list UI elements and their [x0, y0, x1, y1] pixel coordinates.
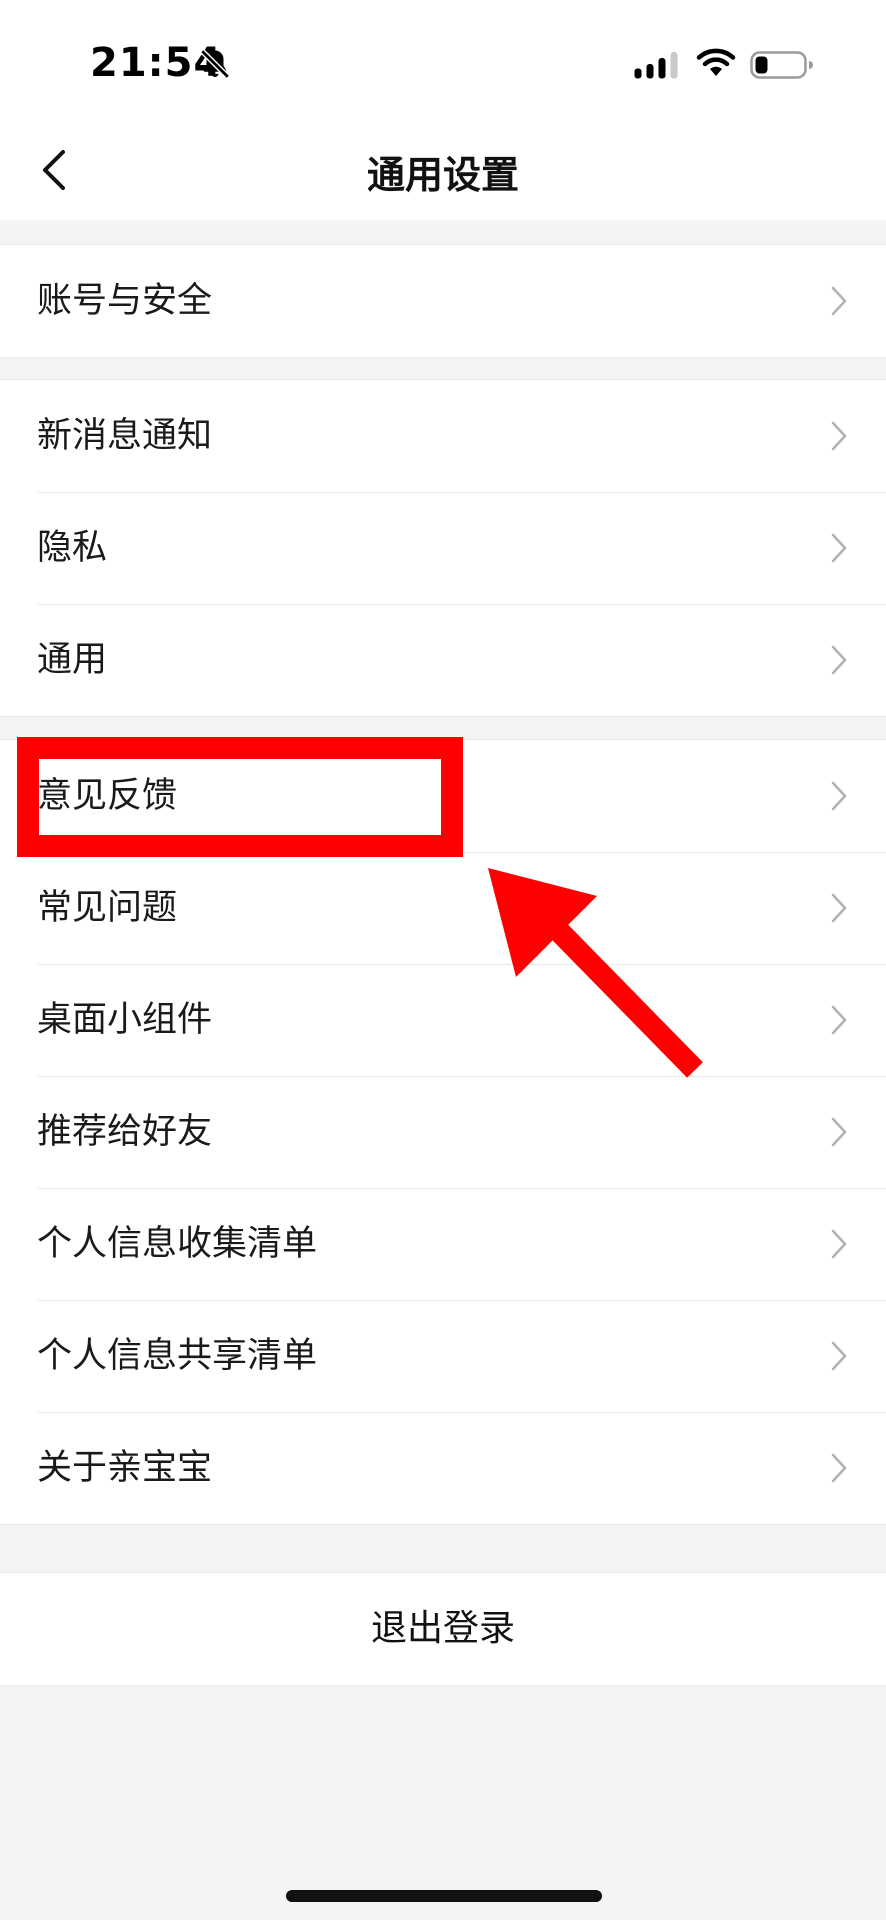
arrow-icon [488, 868, 703, 1078]
settings-item-label: 隐私 [37, 528, 108, 568]
settings-item-label: 通用 [37, 640, 108, 680]
settings-item-label: 推荐给好友 [37, 1112, 213, 1152]
settings-item-recommend[interactable]: 推荐给好友 [0, 1076, 886, 1188]
chevron-right-icon [831, 893, 847, 923]
chevron-right-icon [831, 1117, 847, 1147]
settings-item-faq[interactable]: 常见问题 [0, 852, 886, 964]
nav-bar: 通用设置 [0, 120, 886, 220]
settings-item-label: 个人信息共享清单 [37, 1336, 318, 1376]
settings-item-label: 桌面小组件 [37, 1000, 213, 1040]
settings-item-account-security[interactable]: 账号与安全 [0, 245, 886, 357]
chevron-right-icon [831, 1453, 847, 1483]
top-area: 21:54 通用设置 [0, 0, 886, 220]
signal-icon [634, 52, 678, 79]
chevron-right-icon [831, 781, 847, 811]
highlight-box [17, 737, 463, 857]
settings-item-privacy[interactable]: 隐私 [0, 492, 886, 604]
chevron-right-icon [831, 421, 847, 451]
settings-item-label: 常见问题 [37, 888, 178, 928]
settings-item-info-sharing[interactable]: 个人信息共享清单 [0, 1300, 886, 1412]
wifi-icon [696, 48, 736, 76]
chevron-right-icon [831, 1341, 847, 1371]
settings-item-general[interactable]: 通用 [0, 604, 886, 716]
settings-item-label: 个人信息收集清单 [37, 1224, 318, 1264]
chevron-right-icon [831, 533, 847, 563]
battery-icon [750, 51, 813, 79]
settings-item-widgets[interactable]: 桌面小组件 [0, 964, 886, 1076]
bell-off-icon [200, 49, 230, 79]
settings-item-notifications[interactable]: 新消息通知 [0, 380, 886, 492]
settings-group-general: 新消息通知 隐私 通用 [0, 379, 886, 717]
page-title: 通用设置 [366, 153, 519, 197]
chevron-right-icon [831, 286, 847, 316]
settings-group-account: 账号与安全 [0, 244, 886, 358]
settings-item-info-collection[interactable]: 个人信息收集清单 [0, 1188, 886, 1300]
home-indicator [286, 1890, 602, 1902]
chevron-right-icon [831, 1229, 847, 1259]
chevron-right-icon [831, 1005, 847, 1035]
settings-item-about[interactable]: 关于亲宝宝 [0, 1412, 886, 1524]
logout-button[interactable]: 退出登录 [0, 1572, 886, 1686]
chevron-right-icon [831, 645, 847, 675]
settings-item-label: 关于亲宝宝 [37, 1448, 213, 1488]
status-bar: 21:54 [0, 0, 886, 120]
settings-item-label: 账号与安全 [37, 281, 213, 321]
settings-item-label: 新消息通知 [37, 416, 213, 456]
